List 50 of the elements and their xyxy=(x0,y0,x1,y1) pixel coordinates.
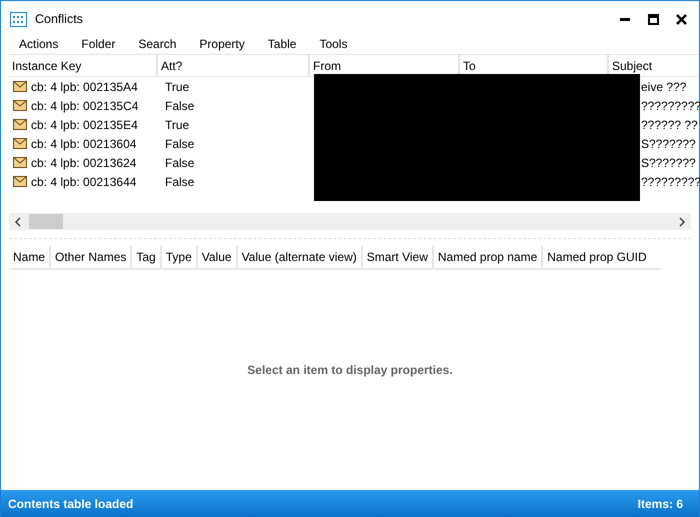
column-header[interactable]: Named prop GUID xyxy=(541,246,651,268)
envelope-icon xyxy=(13,81,27,92)
table-cell: cb: 4 lpb: 00213604 xyxy=(31,136,136,150)
column-header[interactable]: Instance Key xyxy=(9,55,156,76)
table-cell: ?????? ?? xyxy=(641,118,698,132)
menu-item[interactable]: Folder xyxy=(81,37,116,51)
menu-item[interactable]: Actions xyxy=(19,37,58,51)
item-count: Items: 6 xyxy=(638,496,683,510)
menu-item[interactable]: Property xyxy=(199,37,245,51)
column-header[interactable]: Value (alternate view) xyxy=(236,246,361,268)
menu-item[interactable]: Search xyxy=(138,37,176,51)
envelope-icon xyxy=(13,100,27,111)
table-cell: True xyxy=(165,118,190,132)
table-cell: cb: 4 lpb: 002135E4 xyxy=(31,118,138,132)
envelope-icon xyxy=(13,119,27,130)
maximize-button[interactable] xyxy=(648,14,658,24)
table-cell: False xyxy=(165,174,194,188)
table-cell: S??????? xyxy=(641,136,696,150)
close-button[interactable] xyxy=(676,14,686,24)
column-header[interactable]: Att? xyxy=(156,55,308,76)
menu-item[interactable]: Table xyxy=(268,37,296,51)
column-header[interactable]: Tag xyxy=(130,246,160,268)
envelope-icon xyxy=(13,138,27,149)
minimize-button[interactable] xyxy=(620,18,630,20)
table-cell: cb: 4 lpb: 002135C4 xyxy=(31,98,138,112)
table-cell: cb: 4 lpb: 00213644 xyxy=(31,174,136,188)
scrollbar-thumb[interactable] xyxy=(29,214,63,229)
table-cell: eive ??? xyxy=(641,80,686,94)
table-cell: True xyxy=(165,80,190,94)
table-cell: False xyxy=(165,136,194,150)
table-cell: S??????? xyxy=(641,156,696,170)
column-header[interactable]: Value xyxy=(196,246,236,268)
table-cell: False xyxy=(165,156,194,170)
scroll-right-icon[interactable] xyxy=(677,216,687,226)
menu-item[interactable]: Tools xyxy=(319,37,348,51)
window-title: Conflicts xyxy=(35,12,84,26)
status-text: Contents table loaded xyxy=(8,496,134,510)
table-cell: False xyxy=(165,98,194,112)
column-header[interactable]: Type xyxy=(160,246,196,268)
envelope-icon xyxy=(13,157,27,168)
table-cell: cb: 4 lpb: 00213624 xyxy=(31,156,136,170)
column-header[interactable]: Name xyxy=(9,246,50,268)
column-header[interactable]: Smart View xyxy=(360,246,432,268)
scroll-left-icon[interactable] xyxy=(13,216,23,226)
column-header[interactable]: Other Names xyxy=(49,246,130,268)
empty-message: Select an item to display properties. xyxy=(247,363,453,377)
app-icon xyxy=(10,12,27,26)
envelope-icon xyxy=(13,176,27,187)
table-cell: cb: 4 lpb: 002135A4 xyxy=(31,80,138,94)
column-header[interactable]: Named prop name xyxy=(432,246,542,268)
